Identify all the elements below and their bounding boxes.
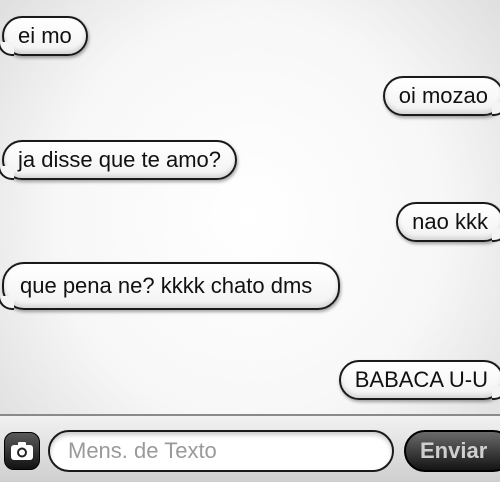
received-message-bubble[interactable]: ja disse que te amo? [0,140,238,180]
sent-message-bubble[interactable]: nao kkk [396,202,500,242]
message-text: BABACA U-U [354,367,488,392]
message-composer: Enviar [0,414,500,482]
received-message-bubble[interactable]: que pena ne? kkkk chato dms [0,262,340,310]
message-text: ja disse que te amo? [18,147,222,172]
message-text: nao kkk [412,209,488,234]
message-thread: ei mo oi mozao ja disse que te amo? nao … [0,0,500,412]
received-message-bubble[interactable]: ei mo [0,16,88,56]
message-text: ei mo [18,23,72,48]
camera-button[interactable] [4,432,40,470]
message-text: que pena ne? kkkk chato dms [20,273,313,298]
sent-message-bubble[interactable]: oi mozao [382,76,500,116]
message-text: oi mozao [398,83,488,108]
sent-message-bubble[interactable]: BABACA U-U [338,360,500,400]
message-input[interactable] [48,430,394,472]
send-button[interactable]: Enviar [404,430,500,472]
camera-icon [11,442,33,460]
